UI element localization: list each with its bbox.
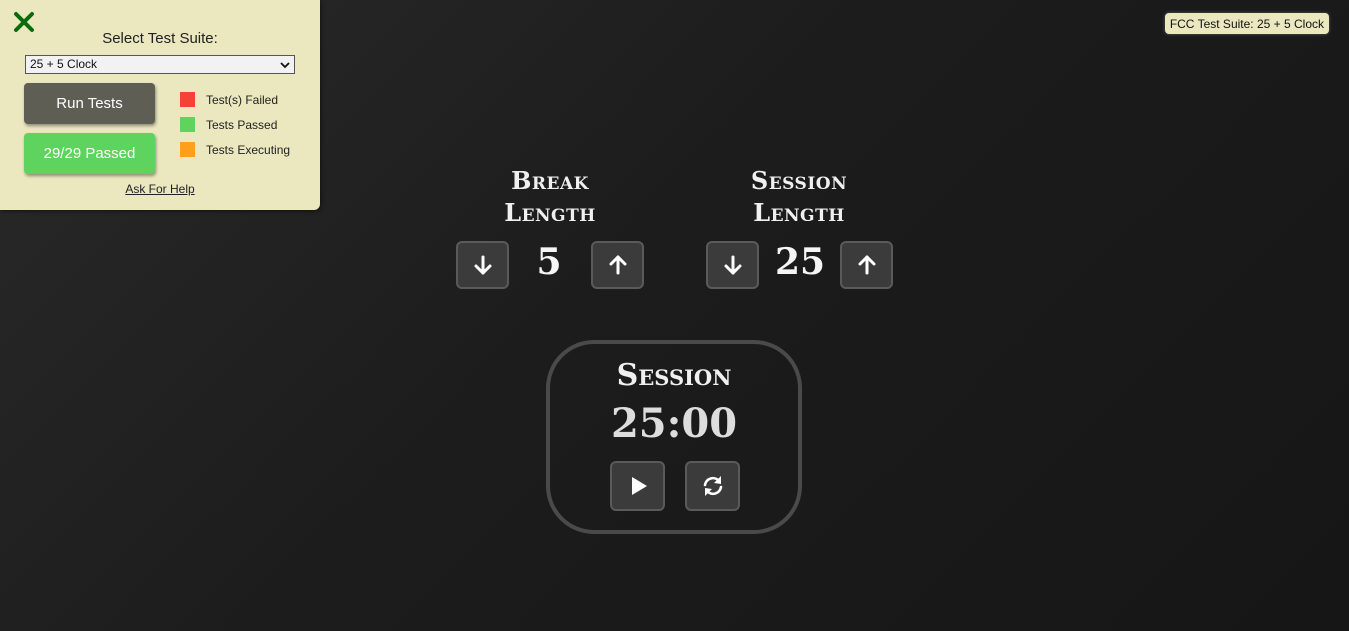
ask-for-help-link[interactable]: Ask For Help: [0, 182, 320, 196]
legend-failed-label: Test(s) Failed: [206, 92, 279, 107]
test-results-button[interactable]: 29/29 Passed: [24, 133, 155, 174]
executing-swatch: [180, 142, 195, 157]
legend-failed: Test(s) Failed: [180, 92, 278, 107]
reset-button[interactable]: [685, 461, 740, 511]
fcc-suite-badge: FCC Test Suite: 25 + 5 Clock: [1164, 13, 1329, 34]
arrow-down-icon: [724, 255, 741, 275]
timer-panel: Session 25:00: [546, 340, 802, 534]
break-label-line1: Break: [511, 166, 589, 195]
session-decrement-button[interactable]: [706, 241, 759, 289]
time-left: 25:00: [610, 400, 738, 447]
session-label: Session Length: [719, 165, 879, 229]
legend-passed-label: Tests Passed: [206, 117, 278, 132]
failed-swatch: [180, 92, 195, 107]
legend-executing: Tests Executing: [180, 142, 290, 157]
break-label: Break Length: [470, 165, 630, 229]
fcc-test-panel: Select Test Suite: 25 + 5 Clock Run Test…: [0, 0, 320, 210]
legend-executing-label: Tests Executing: [206, 142, 291, 157]
break-increment-button[interactable]: [591, 241, 644, 289]
refresh-icon: [703, 476, 722, 496]
test-suite-title: Select Test Suite:: [102, 30, 218, 47]
break-decrement-button[interactable]: [456, 241, 509, 289]
arrow-up-icon: [858, 255, 875, 275]
arrow-down-icon: [474, 255, 491, 275]
break-label-line2: Length: [504, 198, 596, 227]
run-tests-button[interactable]: Run Tests: [24, 83, 155, 124]
chevron-down-icon: [280, 59, 290, 74]
test-suite-select[interactable]: 25 + 5 Clock: [25, 55, 295, 74]
play-icon: [631, 477, 647, 495]
break-length-value: 5: [536, 241, 562, 283]
test-suite-selected-value: 25 + 5 Clock: [30, 57, 98, 71]
session-label-line2: Length: [753, 198, 845, 227]
session-increment-button[interactable]: [840, 241, 893, 289]
start-stop-button[interactable]: [610, 461, 665, 511]
session-length-value: 25: [774, 241, 826, 283]
session-label-line1: Session: [750, 166, 848, 195]
timer-label: Session: [616, 358, 732, 393]
passed-swatch: [180, 117, 195, 132]
legend-passed: Tests Passed: [180, 117, 277, 132]
arrow-up-icon: [609, 255, 626, 275]
